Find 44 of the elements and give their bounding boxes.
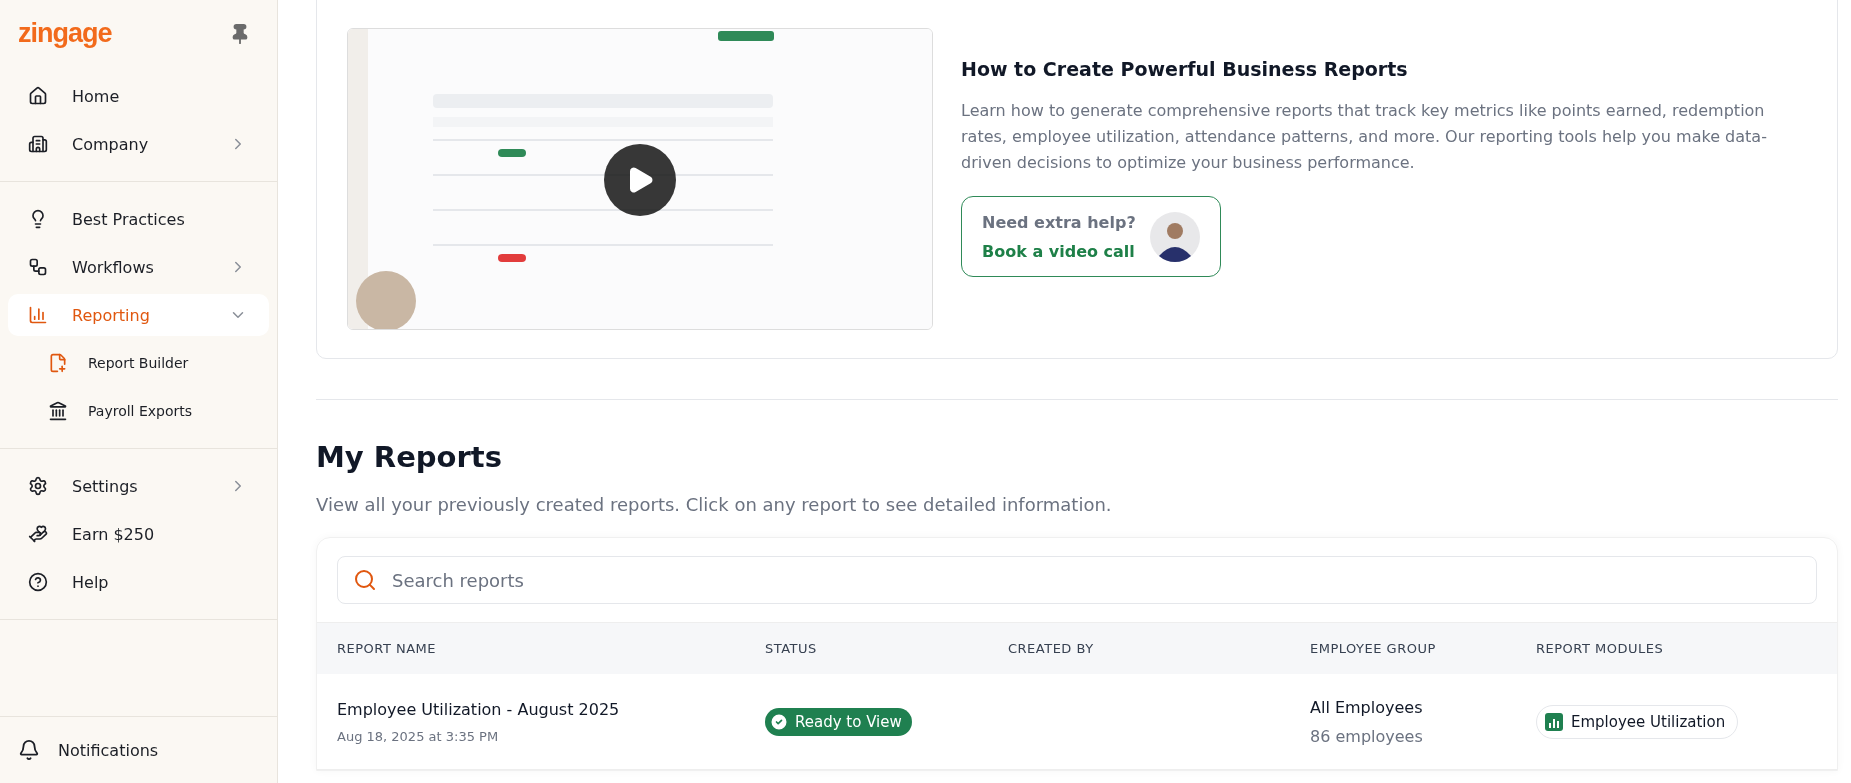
sidebar-item[interactable]: Earn $250 (8, 513, 269, 555)
column-header: STATUS (765, 641, 818, 656)
search-field[interactable]: Search reports (337, 556, 1817, 604)
sidebar-item[interactable]: Company (8, 123, 269, 165)
report-date: Aug 18, 2025 at 3:35 PM (337, 728, 499, 744)
sidebar-item[interactable]: Help (8, 561, 269, 603)
sidebar-item[interactable]: Home (8, 75, 269, 117)
search-icon (353, 568, 377, 592)
group-name: All Employees (1310, 697, 1423, 717)
column-header: REPORT MODULES (1536, 641, 1665, 656)
workflow-icon (28, 257, 48, 277)
column-header: REPORT NAME (337, 641, 438, 656)
document-plus-icon (48, 353, 68, 373)
report-name: Employee Utilization - August 2025 (337, 699, 620, 719)
book-call-link[interactable]: Book a video call (982, 241, 1136, 261)
sidebar-item[interactable]: Reporting (8, 294, 269, 336)
page-description: View all your previously created reports. Click on any report to see detailed information. (316, 494, 1113, 515)
status-badge: Ready to View (765, 707, 912, 736)
gear-icon (28, 476, 48, 496)
page-title: My Reports (316, 440, 503, 474)
sidebar-item[interactable]: Settings (8, 465, 269, 507)
building-icon (28, 134, 48, 154)
notifications-item[interactable]: Notifications (0, 717, 277, 783)
home-icon (28, 86, 48, 106)
hand-heart-icon (28, 524, 48, 544)
check-icon (769, 711, 789, 732)
column-header: CREATED BY (1008, 641, 1095, 656)
bank-icon (48, 401, 68, 421)
help-question: Need extra help? (982, 212, 1136, 232)
sidebar-item[interactable]: Workflows (8, 246, 269, 288)
group-count: 86 employees (1310, 726, 1423, 746)
tutorial-title: How to Create Powerful Business Reports (961, 58, 1409, 80)
help-icon (28, 572, 48, 592)
sidebar-subitem[interactable]: Payroll Exports (8, 390, 269, 432)
sidebar-subitem[interactable]: Report Builder (8, 342, 269, 384)
report-row[interactable]: Employee Utilization - August 2025 Aug 18, 2025 at 3:35 PM Ready to View All Employees 86 employees Employee Utilization (317, 674, 1837, 770)
column-header: EMPLOYEE GROUP (1310, 641, 1437, 656)
tutorial-description: Learn how to generate comprehensive reports that track key metrics like points earned, redemption rates, employee utilization, attendance patterns, and more. Our reporting tools help you make data-driven decisions to optimize your business performance. (961, 100, 1768, 174)
bar-chart-icon (28, 305, 48, 325)
bell-icon (18, 739, 40, 761)
avatar-icon (1150, 211, 1200, 262)
help-card[interactable]: Need extra help? Book a video call (961, 196, 1221, 277)
chart-icon (1545, 712, 1563, 731)
sidebar-item[interactable]: Best Practices (8, 198, 269, 240)
